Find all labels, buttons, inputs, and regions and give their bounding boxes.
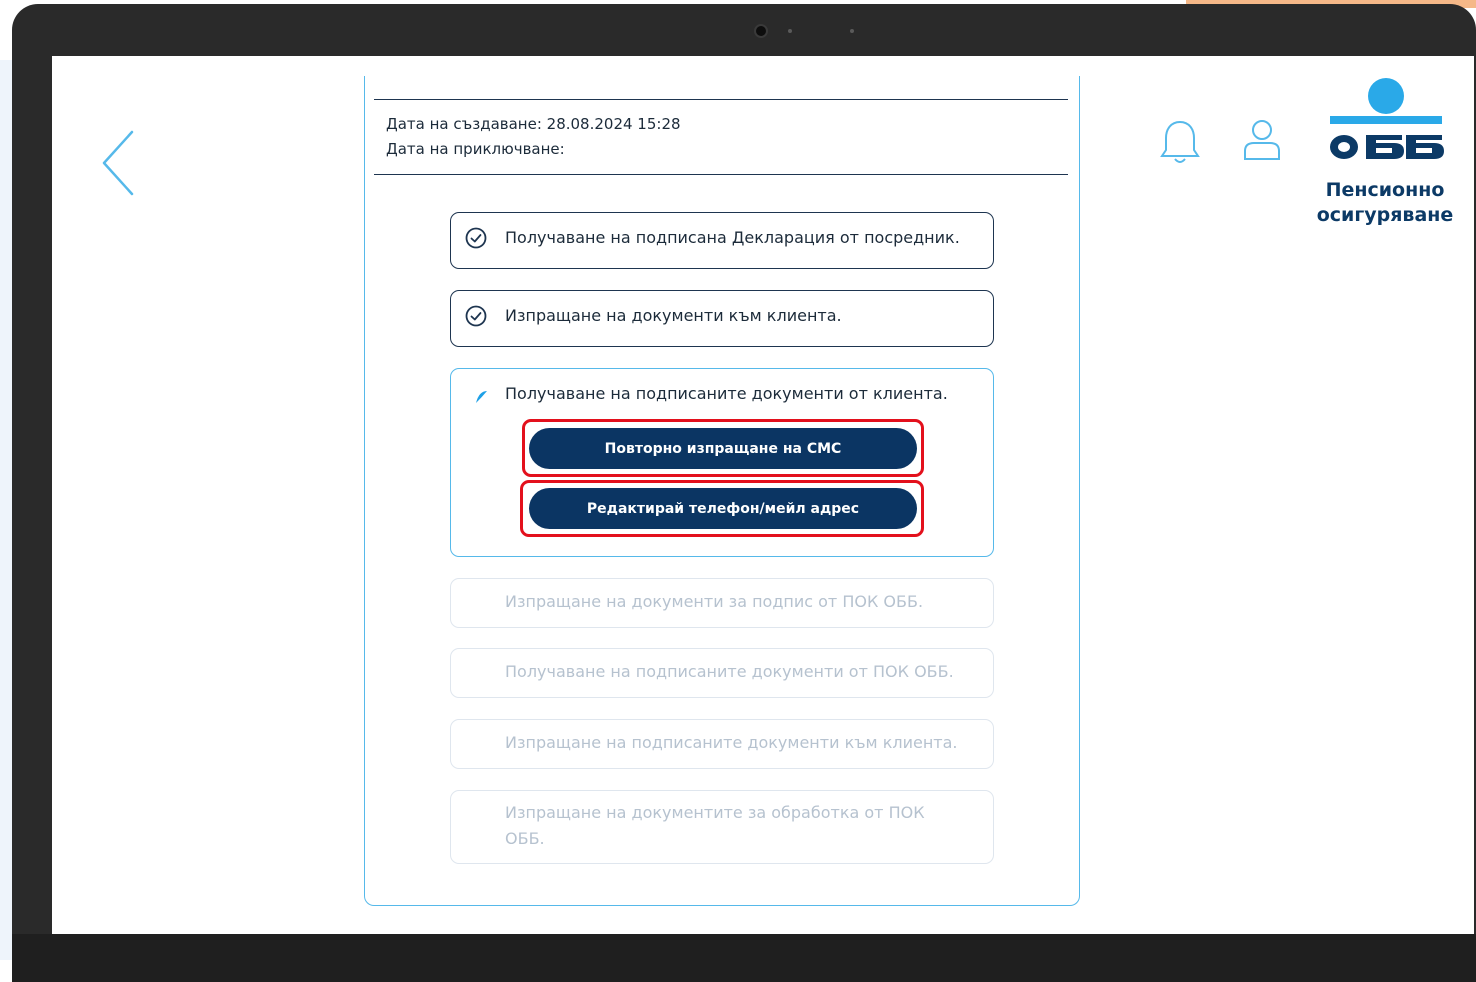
notifications-button[interactable] [1160, 118, 1200, 168]
camera-indicator [788, 29, 792, 33]
step-item-pending: Изпращане на подписаните документи към к… [450, 719, 994, 769]
logo-subtitle-line1: Пенсионно [1325, 179, 1445, 201]
resend-sms-button[interactable]: Повторно изпращане на СМС [529, 428, 917, 469]
step-label: Получаване на подписана Декларация от по… [505, 228, 960, 247]
edit-contact-button[interactable]: Редактирай телефон/мейл адрес [529, 488, 917, 529]
spinner-icon [476, 391, 487, 403]
app-screen: Пенсионно осигуряване Дата на създаване:… [52, 56, 1474, 936]
check-circle-icon [465, 305, 487, 327]
step-label: Получаване на подписаните документи от П… [505, 662, 954, 681]
step-item-pending: Получаване на подписаните документи от П… [450, 648, 994, 698]
step-label: Изпращане на документи към клиента. [505, 306, 842, 325]
laptop-frame: Пенсионно осигуряване Дата на създаване:… [12, 4, 1476, 982]
logo-subtitle: Пенсионно осигуряване [1310, 178, 1460, 228]
check-circle-icon [465, 227, 487, 249]
step-label: Изпращане на подписаните документи към к… [505, 733, 958, 752]
dates-panel: Дата на създаване: 28.08.2024 15:28 Дата… [374, 99, 1068, 175]
step-label: Изпращане на документите за обработка от… [505, 803, 925, 848]
completed-date: Дата на приключване: [386, 140, 565, 158]
chevron-left-icon [102, 130, 134, 196]
webcam [754, 24, 768, 38]
camera-indicator [850, 29, 854, 33]
logo-subtitle-line2: осигуряване [1316, 204, 1454, 226]
step-item-pending: Изпращане на документите за обработка от… [450, 790, 994, 864]
bell-icon [1160, 120, 1200, 163]
step-label: Изпращане на документи за подпис от ПОК … [505, 592, 924, 611]
laptop-base [12, 934, 1476, 982]
user-icon [1244, 120, 1280, 160]
back-button[interactable] [100, 128, 140, 198]
profile-button[interactable] [1242, 118, 1282, 164]
step-item: Изпращане на документи към клиента. [450, 290, 994, 347]
step-label: Получаване на подписаните документи от к… [505, 384, 948, 403]
step-item: Получаване на подписана Декларация от по… [450, 212, 994, 269]
created-date: Дата на създаване: 28.08.2024 15:28 [386, 115, 681, 133]
step-item-pending: Изпращане на документи за подпис от ПОК … [450, 578, 994, 628]
